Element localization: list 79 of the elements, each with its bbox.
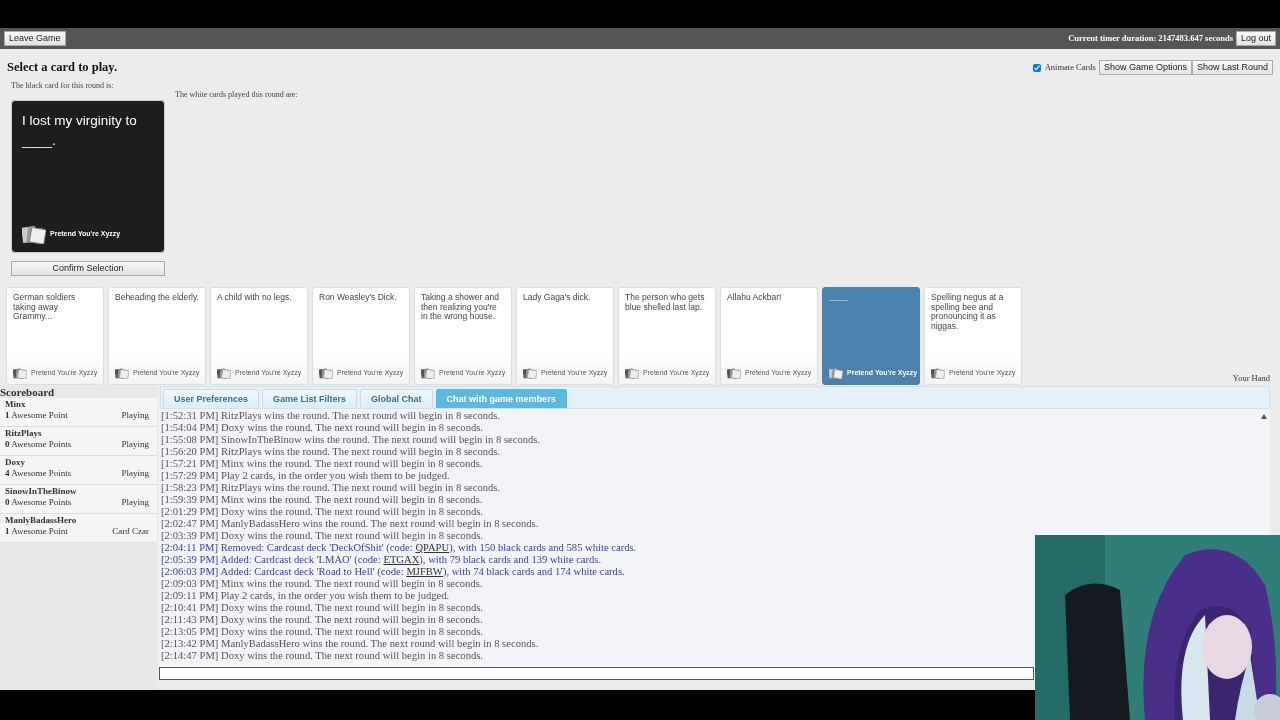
deck-code-link[interactable]: MJFBW — [406, 566, 443, 577]
chat-message: [1:55:08 PM] SinowInTheBinow wins the round. The next round will begin in 8 seconds. — [161, 434, 541, 446]
chat-message: [1:56:20 PM] RitzPlays wins the round. The next round will begin in 8 seconds. — [161, 446, 501, 458]
chat-message: [1:57:21 PM] Minx wins the round. The next round will begin in 8 seconds. — [161, 458, 483, 470]
card-text: Ron Weasley's Dick. — [319, 293, 398, 303]
player-name: Minx — [5, 399, 27, 410]
chat-message: [2:13:42 PM] ManlyBadassHero wins the round. The next round will begin in 8 seconds. — [161, 638, 539, 650]
player-score: 1 Awesome Point — [5, 410, 68, 421]
cards-logo-icon — [931, 368, 945, 379]
scoreboard-title: Scoreboard — [0, 386, 56, 398]
chat-message: [1:58:23 PM] RitzPlays wins the round. The next round will begin in 8 seconds. — [161, 482, 501, 494]
chat-message: [2:06:03 PM] Added: Cardcast deck 'Road to Hell' (code: MJFBW), with 74 black cards and 174 white cards. — [161, 566, 625, 578]
cards-logo-icon — [727, 368, 741, 379]
tab[interactable]: Game List Filters — [262, 389, 358, 408]
chat-message: [2:01:29 PM] Doxy wins the round. The next round will begin in 8 seconds. — [161, 506, 483, 518]
scroll-up-icon[interactable] — [1261, 414, 1267, 419]
chat-message: [1:54:04 PM] Doxy wins the round. The next round will begin in 8 seconds. — [161, 422, 483, 434]
chat-input[interactable] — [159, 667, 1034, 680]
chat-message: [2:09:11 PM] Play 2 cards, in the order you wish them to be judged. — [161, 590, 450, 602]
chat-message: [1:57:29 PM] Play 2 cards, in the order you wish them to be judged. — [161, 470, 450, 482]
cards-logo-icon — [829, 368, 843, 379]
cards-logo-icon — [523, 368, 537, 379]
chat-message: [2:10:41 PM] Doxy wins the round. The next round will begin in 8 seconds. — [161, 602, 483, 614]
option-button[interactable]: Show Last Round — [1191, 60, 1273, 75]
animate-cards-checkbox[interactable] — [1032, 63, 1041, 72]
player-score: 0 Awesome Points — [5, 497, 72, 508]
player-status: Card Czar — [112, 526, 149, 537]
player-name: SinowInTheBinow — [5, 486, 78, 497]
deck-code-link[interactable]: QPAPU — [415, 542, 450, 553]
card-text: ____ — [829, 293, 849, 303]
chat-message: [2:14:47 PM] Doxy wins the round. The next round will begin in 8 seconds. — [161, 650, 483, 662]
chat-message: [2:09:03 PM] Minx wins the round. The next round will begin in 8 seconds. — [161, 578, 483, 590]
card-text: Allahu Ackbar! — [727, 293, 783, 303]
cards-logo-icon — [13, 368, 27, 379]
played-cards-label: The white cards played this round are: — [175, 90, 298, 99]
card-text: I lost my virginity to ____. — [22, 112, 138, 150]
option-button[interactable]: Show Game Options — [1098, 60, 1192, 75]
card-text: Spelling negus at a spelling bee and pronouncing it as niggas. — [931, 293, 1005, 331]
cards-logo-icon — [217, 368, 231, 379]
cards-logo-icon — [625, 368, 639, 379]
leave-game-button[interactable]: Leave Game — [4, 31, 66, 46]
log-out-button[interactable]: Log out — [1235, 31, 1276, 46]
cards-logo-icon — [115, 368, 129, 379]
player-status: Playing — [121, 410, 149, 421]
card-text: Taking a shower and then realizing you're in the wrong house. — [421, 293, 500, 322]
chat-message: [2:13:05 PM] Doxy wins the round. The next round will begin in 8 seconds. — [161, 626, 483, 638]
card-text: The person who gets blue shelled last lap. — [625, 293, 706, 312]
player-name: RitzPlays — [5, 428, 43, 439]
player-status: Playing — [121, 468, 149, 479]
page-heading: Select a card to play. — [7, 60, 118, 75]
player-score: 0 Awesome Points — [5, 439, 72, 450]
chat-message: [2:02:47 PM] ManlyBadassHero wins the round. The next round will begin in 8 seconds. — [161, 518, 539, 530]
chat-message: [2:04:11 PM] Removed: Cardcast deck 'DeckOfShit' (code: QPAPU), with 150 black cards and 585 white cards. — [161, 542, 637, 554]
player-score: 4 Awesome Points — [5, 468, 72, 479]
card-text: German soldiers taking away Grammy... — [13, 293, 77, 322]
prompt-card-label: The black card for this round is: — [11, 80, 115, 92]
cards-logo-icon — [319, 368, 333, 379]
animate-cards-label: Animate Cards — [1044, 61, 1096, 74]
confirm-selection-button[interactable]: Confirm Selection — [11, 261, 165, 276]
player-name: ManlyBadassHero — [5, 515, 78, 526]
chat-message: [2:03:39 PM] Doxy wins the round. The next round will begin in 8 seconds. — [161, 530, 483, 542]
deck-code-link[interactable]: ETGAX — [383, 554, 420, 565]
card-text: Beheading the elderly. — [115, 293, 199, 303]
cards-logo-icon — [22, 225, 46, 244]
chat-message: [2:11:43 PM] Doxy wins the round. The next round will begin in 8 seconds. — [161, 614, 483, 626]
player-name: Doxy — [5, 457, 26, 468]
player-status: Playing — [121, 497, 149, 508]
player-score: 1 Awesome Point — [5, 526, 68, 537]
tab[interactable]: User Preferences — [163, 389, 260, 408]
chat-message: [2:05:39 PM] Added: Cardcast deck 'LMAO' (code: ETGAX), with 79 black cards and 139 white cards. — [161, 554, 602, 566]
tab[interactable]: Global Chat — [360, 389, 433, 408]
chat-message: [1:52:31 PM] RitzPlays wins the round. The next round will begin in 8 seconds. — [161, 410, 501, 422]
your-hand-label: Your Hand — [1232, 372, 1270, 385]
cards-logo-icon — [421, 368, 435, 379]
player-status: Playing — [121, 439, 149, 450]
chat-message: [1:59:39 PM] Minx wins the round. The next round will begin in 8 seconds. — [161, 494, 483, 506]
card-text: Lady Gaga's dick. — [523, 293, 592, 303]
timer-text: Current timer duration: 2147483.647 seconds — [1068, 32, 1233, 45]
card-text: A child with no legs. — [217, 293, 293, 303]
